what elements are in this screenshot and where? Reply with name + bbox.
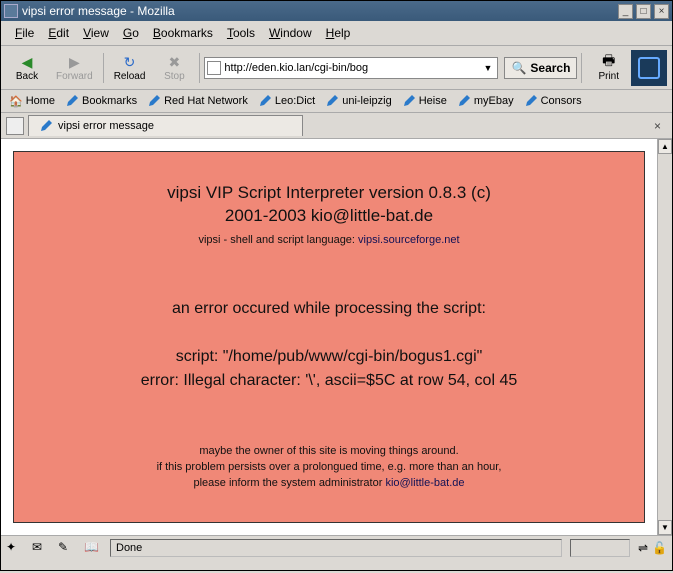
menu-window[interactable]: Window — [263, 24, 318, 42]
pen-icon — [147, 94, 161, 108]
toolbar: ◀Back ▶Forward ↻Reload ✖Stop ▼ 🔍Search 🖶… — [1, 46, 672, 90]
window-title: vipsi error message - Mozilla — [22, 4, 618, 18]
bookmark-consors[interactable]: Consors — [521, 93, 585, 109]
status-progress — [570, 539, 630, 557]
bookmark-leo[interactable]: Leo:Dict — [255, 93, 318, 109]
bookmark-redhat[interactable]: Red Hat Network — [144, 93, 251, 109]
error-heading: vipsi VIP Script Interpreter version 0.8… — [32, 182, 626, 228]
pen-icon — [457, 94, 471, 108]
minimize-button[interactable]: _ — [618, 4, 633, 19]
scroll-up-icon[interactable]: ▲ — [658, 139, 672, 154]
reload-button[interactable]: ↻Reload — [108, 51, 152, 84]
menu-bar: FFileile Edit View Go Bookmarks Tools Wi… — [1, 21, 672, 46]
bookmark-leipzig[interactable]: uni-leipzig — [322, 93, 395, 109]
error-subtitle: vipsi - shell and script language: vipsi… — [32, 234, 626, 246]
menu-file[interactable]: FFileile — [9, 24, 40, 42]
tab-title: vipsi error message — [58, 120, 154, 132]
stop-icon: ✖ — [164, 53, 184, 71]
mozilla-logo — [631, 50, 667, 86]
menu-edit[interactable]: Edit — [42, 24, 75, 42]
bookmark-ebay[interactable]: myEbay — [454, 93, 517, 109]
security-icon[interactable]: 🔓 — [652, 541, 667, 555]
back-icon: ◀ — [17, 53, 37, 71]
menu-bookmarks[interactable]: Bookmarks — [147, 24, 219, 42]
print-icon: 🖶 — [599, 53, 619, 71]
print-button[interactable]: 🖶Print — [592, 51, 625, 84]
url-input[interactable] — [221, 62, 480, 74]
error-panel: vipsi VIP Script Interpreter version 0.8… — [13, 151, 645, 523]
status-bar: ✦ ✉ ✎ 📖 Done ⇌ 🔓 — [1, 536, 672, 560]
menu-tools[interactable]: Tools — [221, 24, 261, 42]
error-script-path: script: "/home/pub/www/cgi-bin/bogus1.cg… — [32, 345, 626, 369]
app-icon — [4, 4, 18, 18]
sourceforge-link[interactable]: vipsi.sourceforge.net — [358, 234, 460, 246]
tab-active[interactable]: vipsi error message — [28, 115, 303, 136]
menu-go[interactable]: Go — [117, 24, 145, 42]
error-footer: maybe the owner of this site is moving t… — [32, 444, 626, 492]
status-icon-4[interactable]: 📖 — [84, 540, 102, 556]
menu-help[interactable]: Help — [320, 24, 357, 42]
online-icon[interactable]: ⇌ — [638, 541, 648, 555]
forward-icon: ▶ — [64, 53, 84, 71]
pen-icon — [402, 94, 416, 108]
tab-close-button[interactable]: × — [648, 116, 667, 136]
bookmark-bookmarks[interactable]: Bookmarks — [62, 93, 140, 109]
forward-button: ▶Forward — [50, 51, 99, 84]
search-icon: 🔍 — [511, 61, 526, 75]
pen-icon — [258, 94, 272, 108]
admin-email-link[interactable]: kio@little-bat.de — [385, 477, 464, 489]
pen-icon — [524, 94, 538, 108]
status-text: Done — [110, 539, 562, 557]
error-detail: error: Illegal character: '\', ascii=$5C… — [32, 369, 626, 393]
search-button[interactable]: 🔍Search — [504, 57, 577, 79]
url-dropdown[interactable]: ▼ — [481, 63, 496, 73]
close-window-button[interactable]: × — [654, 4, 669, 19]
reload-icon: ↻ — [120, 53, 140, 71]
bookmarks-bar: 🏠Home Bookmarks Red Hat Network Leo:Dict… — [1, 90, 672, 113]
titlebar: vipsi error message - Mozilla _ □ × — [1, 1, 672, 21]
bookmark-heise[interactable]: Heise — [399, 93, 450, 109]
status-icon-1[interactable]: ✦ — [6, 540, 24, 556]
bookmark-home[interactable]: 🏠Home — [6, 93, 58, 109]
page-viewport: vipsi VIP Script Interpreter version 0.8… — [1, 139, 657, 535]
pen-icon — [39, 119, 53, 133]
scroll-down-icon[interactable]: ▼ — [658, 520, 672, 535]
tab-bar: vipsi error message × — [1, 113, 672, 139]
home-icon: 🏠 — [9, 95, 23, 108]
maximize-button[interactable]: □ — [636, 4, 651, 19]
pen-icon — [65, 94, 79, 108]
status-icon-3[interactable]: ✎ — [58, 540, 76, 556]
menu-view[interactable]: View — [77, 24, 115, 42]
pen-icon — [325, 94, 339, 108]
back-button[interactable]: ◀Back — [6, 51, 48, 84]
status-icon-2[interactable]: ✉ — [32, 540, 50, 556]
url-bar[interactable]: ▼ — [204, 57, 498, 79]
scrollbar-vertical[interactable]: ▲ ▼ — [657, 139, 672, 535]
error-intro: an error occured while processing the sc… — [32, 297, 626, 321]
page-icon — [207, 61, 221, 75]
stop-button: ✖Stop — [153, 51, 195, 84]
new-tab-button[interactable] — [6, 117, 24, 135]
